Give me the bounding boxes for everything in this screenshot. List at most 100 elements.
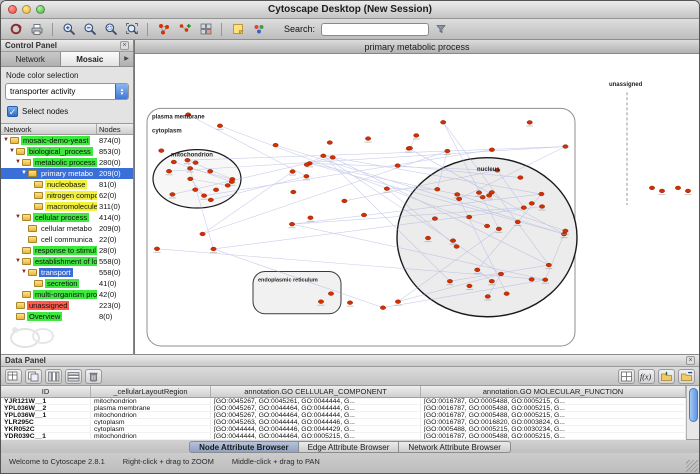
tab-mosaic[interactable]: Mosaic: [61, 52, 121, 66]
tree-header-network[interactable]: Network: [1, 124, 97, 134]
tree-row[interactable]: ▼establishment of lo558(0): [1, 256, 133, 267]
print-icon[interactable]: [27, 20, 46, 38]
copy-attribute-icon[interactable]: [25, 369, 42, 384]
table-cell: [GO:0005488, GO:0005215, GO:0030234, G..…: [421, 426, 686, 432]
tree-expand-icon[interactable]: ▼: [9, 146, 16, 157]
svg-text:mitochondrion: mitochondrion: [171, 153, 213, 159]
tree-row[interactable]: ▼mosaic-demo-yeast874(0): [1, 135, 133, 146]
column-header-id[interactable]: ID: [1, 386, 91, 397]
column-header-cellular-component[interactable]: annotation.GO CELLULAR_COMPONENT: [211, 386, 421, 397]
delete-attribute-icon[interactable]: [85, 369, 102, 384]
tree-row[interactable]: ▼metabolic process280(0): [1, 157, 133, 168]
tree-expand-icon[interactable]: ▼: [21, 168, 28, 179]
network-folder-icon: [10, 137, 19, 144]
table-cell: YLR295C: [1, 419, 91, 425]
tab-network[interactable]: Network: [1, 52, 61, 66]
table-row[interactable]: YJR121W__1mitochondrion[GO:0045267, GO:0…: [1, 398, 686, 405]
tree-expand-icon[interactable]: ▼: [15, 157, 22, 168]
network-folder-icon: [22, 291, 31, 298]
data-panel: Data Panel × f(x): [1, 354, 699, 439]
vizmapper-icon[interactable]: [249, 20, 268, 38]
annotation-icon[interactable]: [228, 20, 247, 38]
tree-row[interactable]: cellular metabo209(0): [1, 223, 133, 234]
tab-edge-attribute-browser[interactable]: Edge Attribute Browser: [299, 441, 400, 453]
table-row[interactable]: YPL036W__1mitochondrion[GO:0045267, GO:0…: [1, 412, 686, 419]
table-scrollbar[interactable]: [686, 386, 699, 439]
table-row[interactable]: YPL036W__2plasma membrane[GO:0045267, GO…: [1, 405, 686, 412]
search-config-icon[interactable]: [431, 20, 450, 38]
tree-row[interactable]: response to stimul28(0): [1, 245, 133, 256]
column-header-molecular-function[interactable]: annotation.GO MOLECULAR_FUNCTION: [421, 386, 686, 397]
control-panel: Control Panel × Network Mosaic ▶ Node co…: [1, 40, 134, 354]
new-attribute-icon[interactable]: [5, 369, 22, 384]
tree-row[interactable]: unassigned223(0): [1, 300, 133, 311]
minimize-window-button[interactable]: [22, 5, 31, 14]
tree-row[interactable]: secretion41(0): [1, 278, 133, 289]
tab-node-attribute-browser[interactable]: Node Attribute Browser: [189, 441, 299, 453]
network-view-title[interactable]: primary metabolic process: [135, 40, 699, 54]
tree-row[interactable]: nitrogen compo62(0): [1, 190, 133, 201]
data-panel-close-icon[interactable]: ×: [686, 356, 695, 365]
tree-header-nodes[interactable]: Nodes: [97, 124, 133, 134]
table-row[interactable]: YDR039C__1mitochondrion[GO:0044444, GO:0…: [1, 433, 686, 440]
tree-expand-icon[interactable]: ▼: [21, 267, 28, 278]
table-cell: [GO:0016787, GO:0005488, GO:0005215, G..…: [421, 398, 686, 404]
export-attributes-icon[interactable]: [678, 369, 695, 384]
network-overview-icon[interactable]: [154, 20, 173, 38]
show-columns-icon[interactable]: [45, 369, 62, 384]
close-window-button[interactable]: [8, 5, 17, 14]
tree-expand-icon[interactable]: ▼: [15, 212, 22, 223]
tree-row[interactable]: ▼transport558(0): [1, 267, 133, 278]
tree-row-label: macromolecule: [45, 202, 97, 211]
zoom-selected-icon[interactable]: [101, 20, 120, 38]
tree-row[interactable]: macromolecule311(0): [1, 201, 133, 212]
column-header-region[interactable]: _cellularLayoutRegion: [91, 386, 211, 397]
tree-row[interactable]: multi-organism pro42(0): [1, 289, 133, 300]
tree-row[interactable]: cell communica22(0): [1, 234, 133, 245]
attribute-browser-tabs: Node Attribute Browser Edge Attribute Br…: [1, 439, 699, 453]
titlebar[interactable]: Cytoscape Desktop (New Session): [1, 1, 699, 19]
new-network-icon[interactable]: [175, 20, 194, 38]
select-nodes-checkbox[interactable]: ✓: [7, 106, 18, 117]
refresh-icon[interactable]: [6, 20, 25, 38]
table-cell: [GO:0044444, GO:0044446, GO:0044429, G..…: [211, 426, 421, 432]
resize-grip[interactable]: [686, 460, 698, 472]
tree-expand-icon[interactable]: ▼: [3, 135, 10, 146]
search-label: Search:: [284, 24, 315, 34]
tree-row-node-count: 209(0): [97, 224, 133, 233]
zoom-out-icon[interactable]: [80, 20, 99, 38]
tree-expand-icon[interactable]: ▼: [15, 256, 22, 267]
toolbar-separator: [52, 23, 53, 36]
toolbar-separator: [147, 23, 148, 36]
tree-row[interactable]: nucleobase81(0): [1, 179, 133, 190]
search-input[interactable]: [321, 23, 429, 36]
tab-network-attribute-browser[interactable]: Network Attribute Browser: [399, 441, 510, 453]
tree-row-node-count: 874(0): [97, 136, 133, 145]
zoom-in-icon[interactable]: [59, 20, 78, 38]
tree-row-label: primary metabo: [39, 169, 95, 178]
control-panel-close-icon[interactable]: ×: [120, 41, 129, 50]
function-builder-icon[interactable]: f(x): [638, 369, 655, 384]
tree-row-label: cell communica: [39, 235, 95, 244]
tree-row[interactable]: ▼primary metabo209(0): [1, 168, 133, 179]
network-manager-icon[interactable]: [196, 20, 215, 38]
status-bar: Welcome to Cytoscape 2.8.1 Right-click +…: [1, 453, 699, 473]
zoom-window-button[interactable]: [36, 5, 45, 14]
tree-row[interactable]: ▼cellular process414(0): [1, 212, 133, 223]
network-desktop: primary metabolic process plasma membran…: [134, 40, 699, 354]
network-canvas[interactable]: plasma membranecytoplasmmitochondrionnuc…: [135, 54, 699, 354]
tab-scroll-right-icon[interactable]: ▶: [120, 52, 133, 66]
grid-view-icon[interactable]: [618, 369, 635, 384]
zoom-fit-icon[interactable]: [122, 20, 141, 38]
network-folder-icon: [22, 214, 31, 221]
table-row[interactable]: YLR295Ccytoplasm[GO:0045263, GO:0044444,…: [1, 419, 686, 426]
scrollbar-thumb[interactable]: [689, 388, 698, 422]
control-panel-title: Control Panel: [5, 41, 57, 50]
tree-row[interactable]: ▼biological_process853(0): [1, 146, 133, 157]
table-row[interactable]: YKR052Ccytoplasm[GO:0044444, GO:0044446,…: [1, 426, 686, 433]
import-attributes-icon[interactable]: [658, 369, 675, 384]
tree-row[interactable]: Overview8(0): [1, 311, 133, 322]
row-matrix-icon[interactable]: [65, 369, 82, 384]
network-folder-icon: [22, 247, 31, 254]
node-color-dropdown[interactable]: transporter activity ▲▼: [5, 83, 129, 100]
